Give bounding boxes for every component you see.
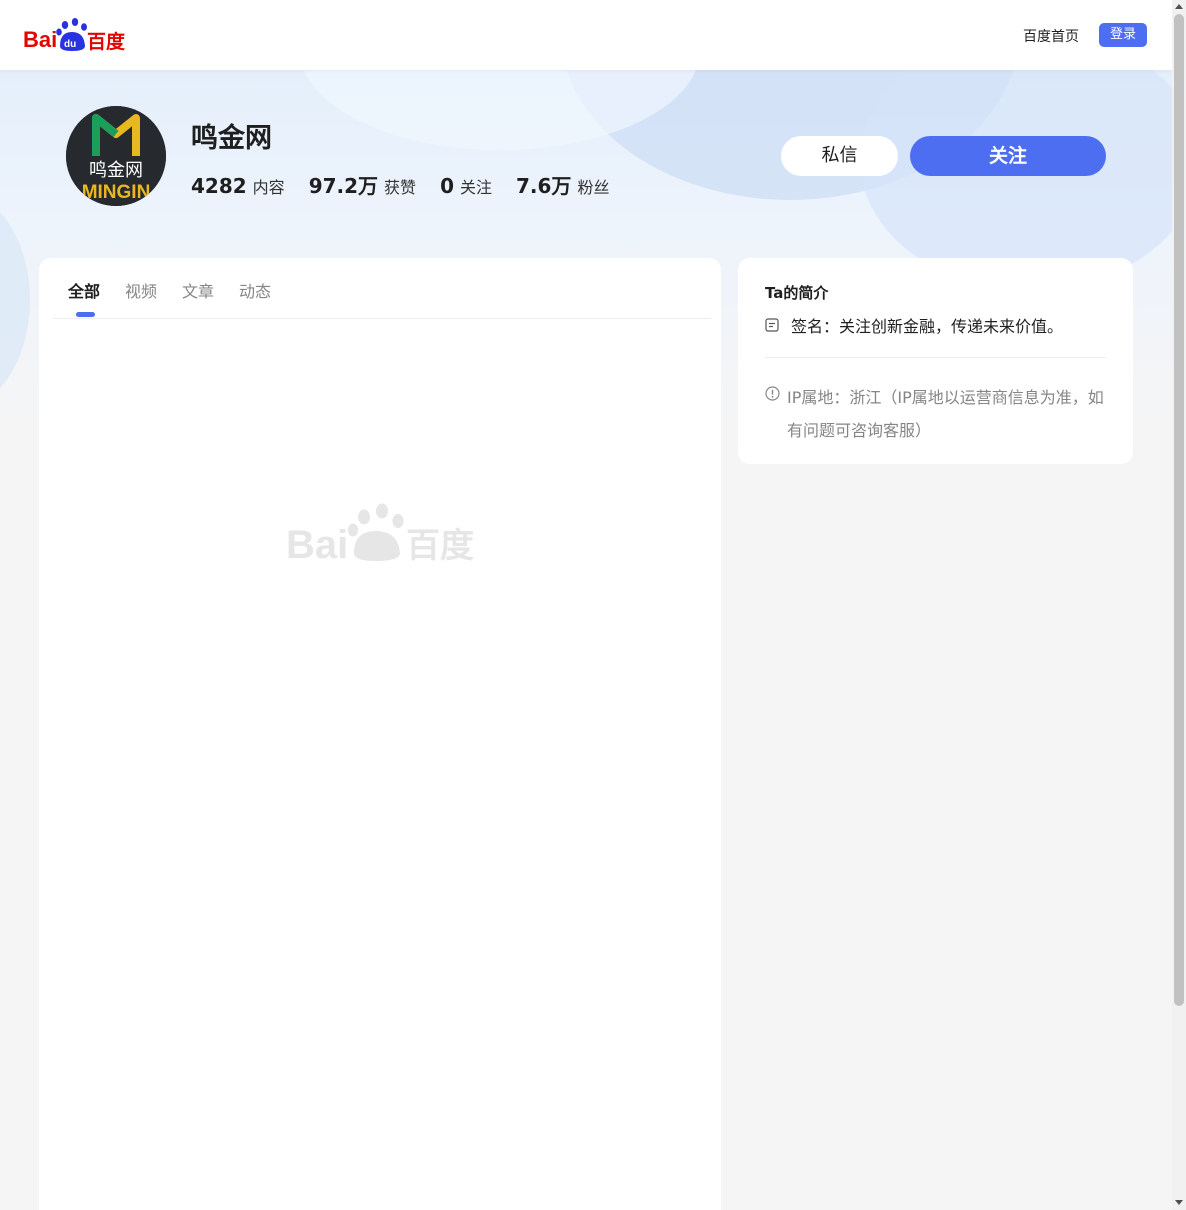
stat-label: 内容	[252, 178, 285, 197]
login-button[interactable]: 登录	[1099, 23, 1147, 47]
svg-text:Bai: Bai	[23, 27, 57, 52]
profile-name: 鸣金网	[191, 123, 272, 154]
loading-placeholder-logo: Bai 百度	[286, 501, 474, 567]
page-scrollbar[interactable]	[1172, 0, 1186, 1210]
note-icon	[765, 318, 779, 332]
signature-row: 签名：关注创新金融，传递未来价值。	[765, 313, 1063, 337]
active-tab-indicator	[76, 312, 95, 317]
profile-stats: 4282 内容 97.2万 获赞 0 关注 7.6万 粉丝	[191, 170, 633, 199]
stat-label: 关注	[459, 178, 492, 197]
svg-text:百度: 百度	[87, 30, 126, 53]
scrollbar-thumb[interactable]	[1174, 14, 1184, 1006]
signature-text: 签名：关注创新金融，传递未来价值。	[791, 317, 1064, 336]
stat-value: 0	[440, 174, 454, 198]
baidu-home-link[interactable]: 百度首页	[1023, 26, 1079, 46]
stat-value: 4282	[191, 174, 247, 198]
intro-title: Ta的简介	[765, 284, 829, 302]
tab-videos[interactable]: 视频	[125, 278, 157, 318]
scroll-down-arrow-icon[interactable]	[1175, 1200, 1183, 1205]
avatar[interactable]: 鸣金网 MINGIN	[66, 106, 166, 206]
profile-intro-card: Ta的简介 签名：关注创新金融，传递未来价值。 IP属地：浙江（IP属地以运营商…	[738, 258, 1133, 464]
stat-value: 7.6万	[516, 174, 572, 198]
top-navigation-bar: Bai du 百度 百度首页 登录	[0, 0, 1172, 70]
svg-text:百度: 百度	[406, 526, 474, 563]
scroll-up-arrow-icon[interactable]	[1175, 4, 1183, 9]
intro-divider	[765, 357, 1106, 358]
content-feed-panel: 全部 视频 文章 动态 Bai 百度	[39, 258, 721, 1210]
stat-fans[interactable]: 7.6万 粉丝	[516, 170, 609, 199]
avatar-text: 鸣金网	[89, 160, 143, 181]
ip-location-row: IP属地：浙江（IP属地以运营商信息为准，如有问题可咨询客服）	[765, 381, 1110, 447]
stat-value: 97.2万	[308, 174, 379, 198]
message-button[interactable]: 私信	[781, 136, 898, 176]
stat-label: 获赞	[384, 178, 417, 197]
tab-updates[interactable]: 动态	[239, 278, 271, 318]
ip-location-text: IP属地：浙江（IP属地以运营商信息为准，如有问题可咨询客服）	[787, 388, 1104, 440]
avatar-brand: MINGIN	[82, 182, 151, 203]
stat-label: 粉丝	[577, 178, 610, 197]
tab-divider	[53, 318, 711, 319]
baidu-logo[interactable]: Bai du 百度	[23, 16, 127, 54]
stat-following[interactable]: 0 关注	[440, 174, 492, 198]
svg-text:Bai: Bai	[286, 523, 348, 563]
stat-content[interactable]: 4282 内容	[191, 174, 285, 198]
content-tabs: 全部 视频 文章 动态	[68, 278, 296, 318]
tab-articles[interactable]: 文章	[182, 278, 214, 318]
stat-likes: 97.2万 获赞	[309, 170, 416, 199]
svg-text:du: du	[64, 39, 76, 50]
follow-button[interactable]: 关注	[910, 136, 1106, 176]
info-icon	[765, 386, 780, 401]
